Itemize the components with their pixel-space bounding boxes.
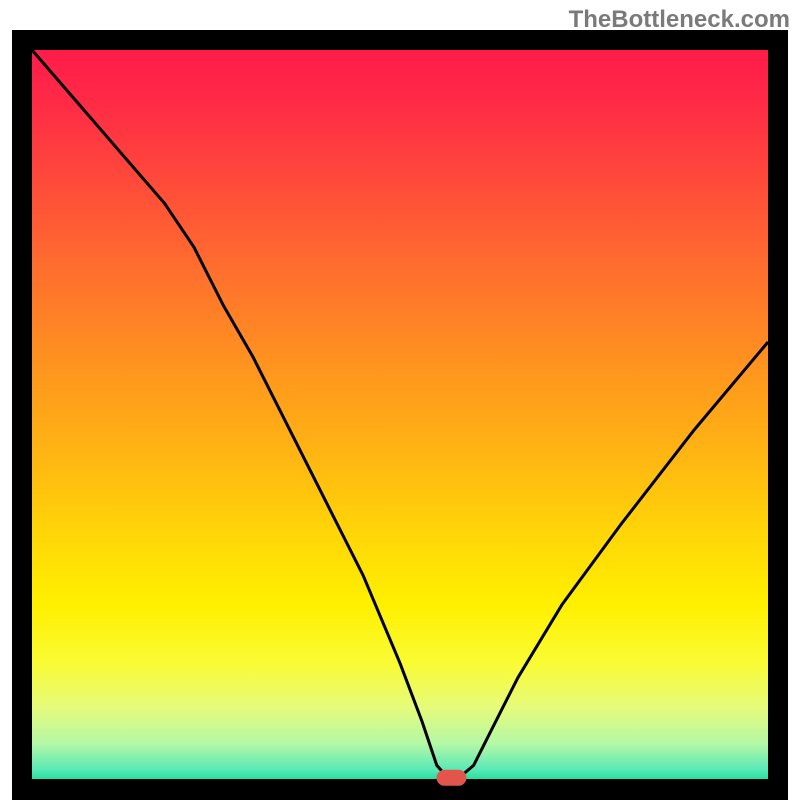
chart-gradient-bg xyxy=(32,50,768,780)
chart-marker xyxy=(437,770,467,786)
chart-area xyxy=(12,30,788,800)
watermark-text: TheBottleneck.com xyxy=(569,6,790,34)
bottleneck-chart xyxy=(12,30,788,800)
